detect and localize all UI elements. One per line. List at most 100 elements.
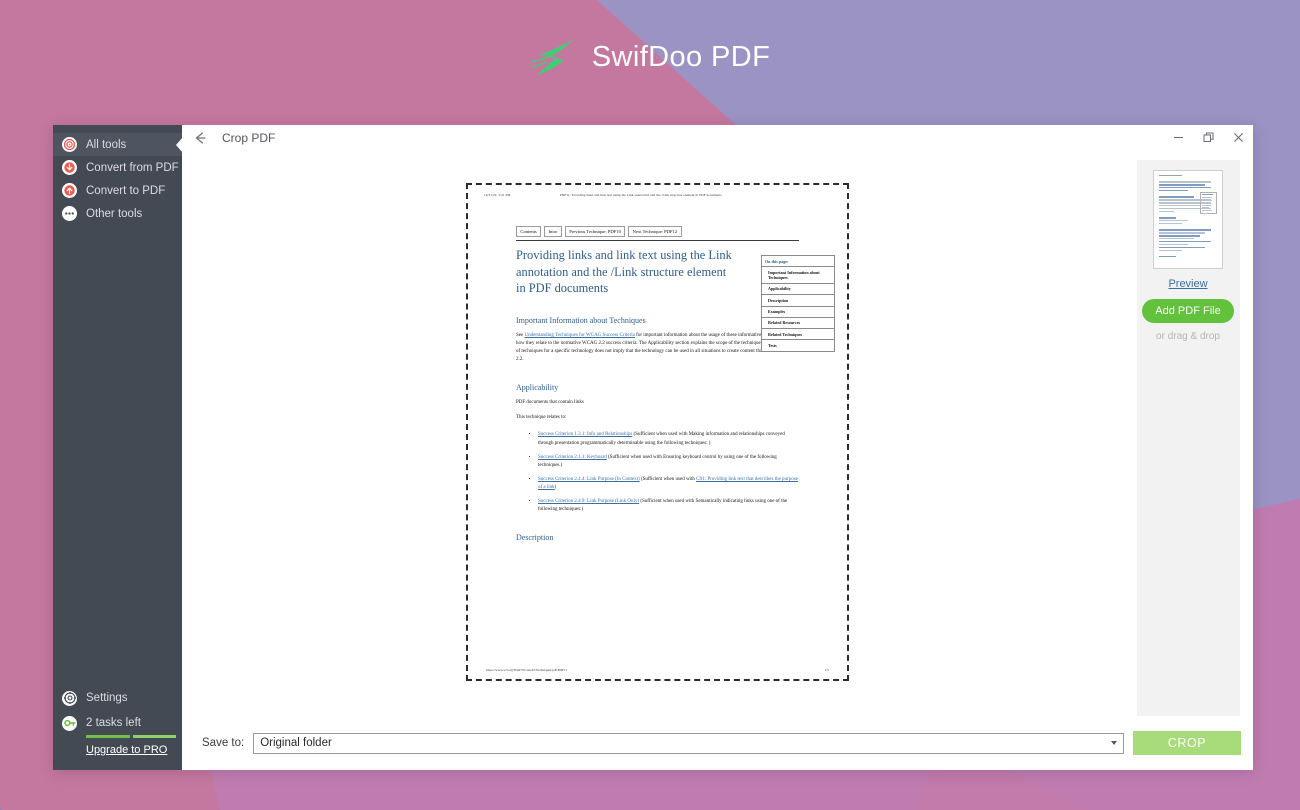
pdf-header-date: 10/31/22, 5:21 PM	[484, 193, 511, 197]
list-item-text-2: )	[554, 484, 557, 490]
list-item: Success Criterion 2.4.4: Link Purpose (I…	[538, 476, 799, 492]
brand-header: SwifDoo PDF	[0, 36, 1300, 78]
thumb-line	[1202, 202, 1210, 204]
pdf-nav-button[interactable]: Next Technique: PDF12	[628, 226, 682, 238]
footer-bar: Save to: Original folder CROP	[182, 716, 1253, 770]
back-arrow-icon[interactable]	[192, 130, 208, 146]
sidebar-item-convert-to-pdf[interactable]: Convert to PDF	[53, 179, 182, 202]
pdf-header-title: PDF11: Providing links and link text usi…	[560, 193, 722, 197]
sidebar-item-settings[interactable]: Settings	[53, 687, 182, 710]
toc-item[interactable]: Tests	[762, 340, 834, 350]
tasks-progress-bar	[86, 735, 176, 738]
pdf-running-footer: https://www.w3.org/WAI/WCAG22/Techniques…	[486, 668, 829, 672]
brand-name: SwifDoo PDF	[591, 40, 771, 73]
drag-drop-hint: or drag & drop	[1156, 331, 1220, 342]
body-area: 10/31/22, 5:21 PM PDF11: Providing links…	[182, 150, 1253, 716]
tasks-left-label: 2 tasks left	[86, 716, 141, 729]
pdf-document-title: Providing links and link text using the …	[516, 248, 732, 296]
sidebar-item-label: Other tools	[86, 207, 143, 220]
sidebar-item-label: All tools	[86, 138, 127, 151]
section-heading-applicability: Applicability	[516, 383, 559, 393]
toc-item[interactable]: Related Techniques	[762, 329, 834, 341]
thumb-line	[1159, 249, 1183, 251]
pdf-nav-buttons: Contents Intro Previous Technique: PDF10…	[480, 226, 835, 238]
minimize-icon[interactable]	[1163, 125, 1193, 150]
understanding-techniques-link[interactable]: Understanding Techniques for WCAG Succes…	[524, 333, 634, 338]
thumb-line	[1159, 223, 1183, 225]
thumb-line	[1159, 184, 1206, 186]
thumb-toc-box	[1200, 192, 1217, 214]
pdf-thumbnail[interactable]	[1153, 170, 1223, 269]
thumb-line	[1202, 212, 1208, 214]
save-to-select[interactable]: Original folder	[253, 732, 1124, 754]
sidebar-top: All tools Convert from PDF Convert to PD…	[53, 125, 182, 225]
section-heading-description: Description	[516, 533, 554, 543]
success-criterion-link[interactable]: Success Criterion 2.4.4: Link Purpose (I…	[538, 477, 640, 482]
thumb-line	[1159, 256, 1177, 258]
thumb-line	[1159, 246, 1206, 249]
pdf-nav-button[interactable]: Contents	[516, 226, 542, 238]
section-heading-important: Important Information about Techniques	[516, 315, 646, 325]
sidebar-item-all-tools[interactable]: All tools	[53, 133, 182, 156]
pdf-running-header: 10/31/22, 5:21 PM PDF11: Providing links…	[480, 193, 835, 197]
toc-item[interactable]: Examples	[762, 307, 834, 318]
thumb-line	[1159, 235, 1200, 237]
thumb-line	[1202, 204, 1211, 206]
thumb-line	[1159, 220, 1188, 222]
toc-item[interactable]: Description	[762, 295, 834, 307]
save-to-label: Save to:	[202, 737, 245, 749]
pdf-nav-button[interactable]: Intro	[544, 226, 562, 238]
right-panel: Preview Add PDF File or drag & drop	[1133, 150, 1253, 716]
pdf-content: On this page: Important Information abou…	[480, 247, 835, 542]
list-item-text: (Sufficient when used with	[639, 476, 697, 482]
tasks-block: 2 tasks left Upgrade to PRO	[53, 710, 182, 758]
thumb-line	[1159, 241, 1212, 243]
thumb-line	[1202, 209, 1213, 212]
thumb-line	[1159, 187, 1212, 189]
settings-label: Settings	[86, 692, 128, 705]
ellipsis-icon	[62, 206, 77, 221]
pdf-page: 10/31/22, 5:21 PM PDF11: Providing links…	[480, 193, 835, 672]
toc-item[interactable]: Applicability	[762, 284, 834, 296]
gear-icon	[62, 690, 77, 706]
swift-bird-icon	[530, 39, 574, 75]
pdf-on-this-page-box: On this page: Important Information abou…	[761, 255, 835, 352]
crop-selection-area[interactable]: 10/31/22, 5:21 PM PDF11: Providing links…	[466, 183, 849, 681]
window-controls	[1163, 125, 1253, 150]
toc-item[interactable]: Important Information about Techniques	[762, 267, 834, 284]
sidebar-item-convert-from-pdf[interactable]: Convert from PDF	[53, 156, 182, 179]
preview-link[interactable]: Preview	[1168, 278, 1207, 290]
add-file-card: Preview Add PDF File or drag & drop	[1136, 160, 1240, 716]
thumb-line	[1159, 175, 1183, 177]
restore-icon[interactable]	[1193, 125, 1223, 150]
success-criterion-link[interactable]: Success Criterion 2.4.9: Link Purpose (L…	[538, 499, 639, 504]
toc-item[interactable]: Related Resources	[762, 318, 834, 330]
add-pdf-file-button[interactable]: Add PDF File	[1142, 299, 1234, 323]
applicability-paragraph-1: PDF documents that contain links	[516, 400, 584, 406]
thumb-line	[1202, 196, 1213, 199]
success-criterion-link[interactable]: Success Criterion 1.3.1: Info and Relati…	[538, 432, 632, 437]
thumb-line	[1159, 210, 1174, 213]
applicability-paragraph-2: This technique relates to:	[516, 415, 567, 421]
crop-button[interactable]: CROP	[1133, 731, 1241, 755]
sidebar-item-label: Convert from PDF	[86, 161, 179, 174]
thumb-line	[1159, 238, 1194, 240]
window-titlebar: Crop PDF	[182, 125, 1253, 150]
sidebar-item-other-tools[interactable]: Other tools	[53, 202, 182, 225]
target-icon	[62, 137, 77, 152]
thumb-line	[1159, 243, 1188, 246]
success-criterion-link[interactable]: Success Criterion 2.1.1: Keyboard	[538, 455, 607, 460]
close-icon[interactable]	[1223, 125, 1253, 150]
applicability-bullet-list: Success Criterion 1.3.1: Info and Relati…	[516, 431, 799, 514]
thumb-line	[1202, 194, 1214, 196]
upgrade-to-pro-link[interactable]: Upgrade to PRO	[86, 744, 167, 756]
progress-segment	[86, 735, 130, 738]
main-area: Crop PDF 10/31/22, 5:21 PM PDF11: Provid…	[182, 125, 1253, 770]
tasks-info: 2 tasks left Upgrade to PRO	[86, 716, 176, 758]
pdf-divider	[516, 240, 799, 242]
sidebar: All tools Convert from PDF Convert to PD…	[53, 125, 182, 770]
chevron-down-icon	[1111, 741, 1117, 745]
pdf-nav-button[interactable]: Previous Technique: PDF10	[564, 226, 626, 238]
pdf-footer-url: https://www.w3.org/WAI/WCAG22/Techniques…	[486, 668, 568, 672]
key-icon	[62, 715, 77, 731]
